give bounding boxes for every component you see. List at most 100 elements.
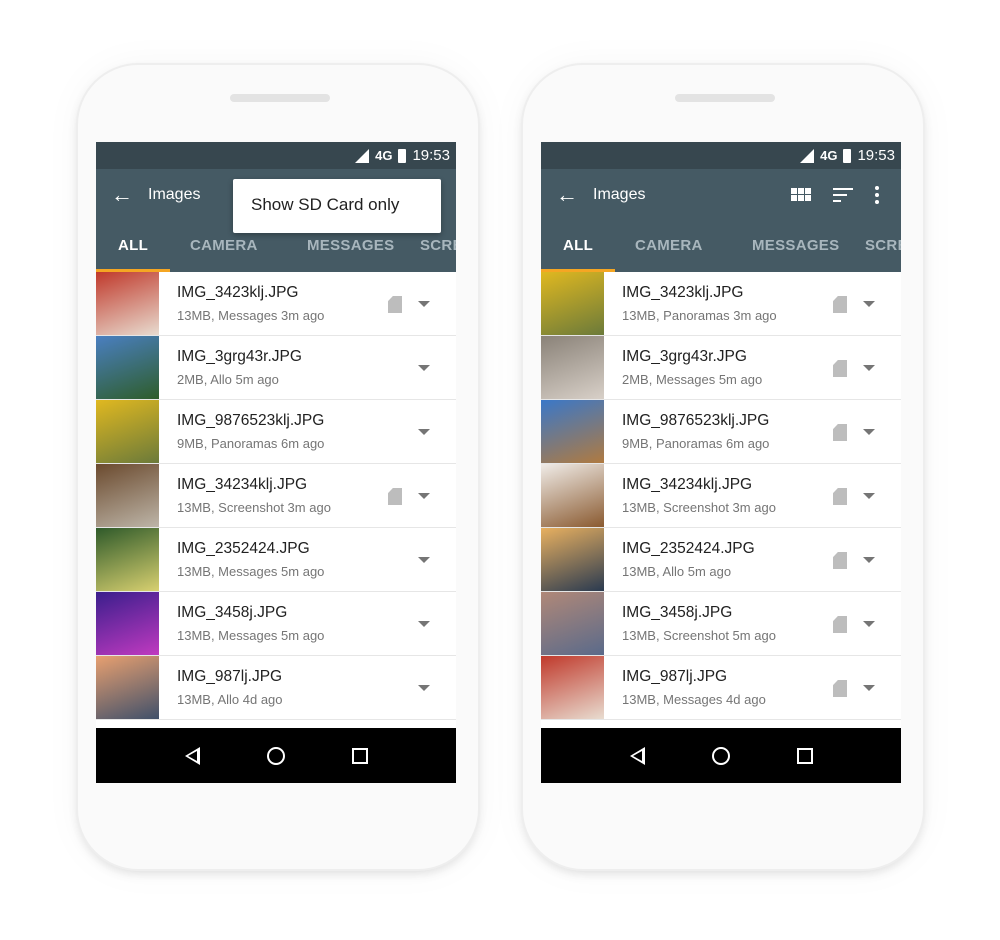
file-list-item[interactable]: IMG_3grg43r.JPG 2MB, Messages 5m ago bbox=[541, 336, 901, 400]
file-name: IMG_34234klj.JPG bbox=[622, 476, 753, 493]
battery-icon bbox=[398, 148, 407, 163]
file-meta: 13MB, Allo 5m ago bbox=[622, 564, 732, 579]
android-nav-bar bbox=[96, 728, 456, 783]
tab-messages[interactable]: MESSAGES bbox=[752, 237, 839, 254]
expand-dropdown-icon[interactable] bbox=[418, 557, 430, 563]
tab-screenshots[interactable]: SCREENSHOTS bbox=[865, 237, 901, 254]
toolbar: ← Images bbox=[541, 169, 901, 220]
file-list-item[interactable]: IMG_987lj.JPG 13MB, Messages 4d ago bbox=[541, 656, 901, 720]
tab-bar: ALL CAMERA MESSAGES SCREENSHOTS bbox=[541, 220, 901, 272]
file-meta: 13MB, Messages 4d ago bbox=[622, 692, 766, 707]
expand-dropdown-icon[interactable] bbox=[863, 557, 875, 563]
grid-view-icon[interactable] bbox=[791, 188, 811, 201]
phone-screen: 4G 19:53 ← Images Show SD Card only ALL CAM… bbox=[96, 142, 456, 783]
tab-all[interactable]: ALL bbox=[118, 237, 148, 254]
android-nav-bar bbox=[541, 728, 901, 783]
image-thumbnail bbox=[96, 272, 159, 335]
back-arrow-icon[interactable]: ← bbox=[96, 182, 148, 208]
image-thumbnail bbox=[96, 400, 159, 463]
image-thumbnail bbox=[541, 656, 604, 719]
expand-dropdown-icon[interactable] bbox=[863, 621, 875, 627]
expand-dropdown-icon[interactable] bbox=[863, 493, 875, 499]
status-bar: 4G 19:53 bbox=[541, 142, 901, 169]
file-name: IMG_987lj.JPG bbox=[177, 668, 283, 685]
speaker bbox=[230, 94, 330, 102]
expand-dropdown-icon[interactable] bbox=[418, 621, 430, 627]
tab-all[interactable]: ALL bbox=[563, 237, 593, 254]
file-meta: 13MB, Panoramas 3m ago bbox=[622, 308, 777, 323]
nav-recents-icon[interactable] bbox=[351, 747, 368, 764]
nav-home-icon[interactable] bbox=[711, 746, 730, 765]
expand-dropdown-icon[interactable] bbox=[418, 365, 430, 371]
image-thumbnail bbox=[96, 464, 159, 527]
expand-dropdown-icon[interactable] bbox=[863, 685, 875, 691]
overflow-menu: Show SD Card only bbox=[233, 179, 441, 233]
expand-dropdown-icon[interactable] bbox=[418, 685, 430, 691]
file-list-item[interactable]: IMG_3grg43r.JPG 2MB, Allo 5m ago bbox=[96, 336, 456, 400]
network-type: 4G bbox=[375, 148, 393, 163]
file-list-item[interactable]: IMG_2352424.JPG 13MB, Allo 5m ago bbox=[541, 528, 901, 592]
more-vert-icon[interactable] bbox=[875, 185, 879, 204]
tab-screenshots[interactable]: SCREENSHOTS bbox=[420, 237, 456, 254]
phone-frame: 4G 19:53 ← Images Show SD Card only ALL CAM… bbox=[78, 65, 478, 869]
expand-dropdown-icon[interactable] bbox=[418, 301, 430, 307]
expand-dropdown-icon[interactable] bbox=[418, 429, 430, 435]
file-list-item[interactable]: IMG_3423klj.JPG 13MB, Messages 3m ago bbox=[96, 272, 456, 336]
file-meta: 2MB, Messages 5m ago bbox=[622, 372, 763, 387]
file-meta: 13MB, Screenshot 3m ago bbox=[622, 500, 776, 515]
file-meta: 9MB, Panoramas 6m ago bbox=[622, 436, 770, 451]
file-list-item[interactable]: IMG_3423klj.JPG 13MB, Panoramas 3m ago bbox=[541, 272, 901, 336]
file-list-item[interactable]: IMG_3458j.JPG 13MB, Screenshot 5m ago bbox=[541, 592, 901, 656]
nav-back-icon[interactable] bbox=[629, 746, 645, 765]
tab-camera[interactable]: CAMERA bbox=[190, 237, 258, 254]
image-thumbnail bbox=[541, 592, 604, 655]
file-list-item[interactable]: IMG_987lj.JPG 13MB, Allo 4d ago bbox=[96, 656, 456, 720]
image-thumbnail bbox=[96, 336, 159, 399]
file-list-item[interactable]: IMG_2352424.JPG 13MB, Messages 5m ago bbox=[96, 528, 456, 592]
battery-icon bbox=[843, 148, 852, 163]
expand-dropdown-icon[interactable] bbox=[863, 429, 875, 435]
file-meta: 9MB, Panoramas 6m ago bbox=[177, 436, 325, 451]
tab-messages[interactable]: MESSAGES bbox=[307, 237, 394, 254]
file-name: IMG_3423klj.JPG bbox=[177, 284, 299, 301]
file-list-item[interactable]: IMG_9876523klj.JPG 9MB, Panoramas 6m ago bbox=[96, 400, 456, 464]
toolbar: ← Images Show SD Card only bbox=[96, 169, 456, 233]
file-meta: 13MB, Screenshot 3m ago bbox=[177, 500, 331, 515]
image-thumbnail bbox=[541, 528, 604, 591]
file-meta: 13MB, Messages 5m ago bbox=[177, 564, 325, 579]
expand-dropdown-icon[interactable] bbox=[863, 301, 875, 307]
image-thumbnail bbox=[96, 656, 159, 719]
file-list-item[interactable]: IMG_34234klj.JPG 13MB, Screenshot 3m ago bbox=[96, 464, 456, 528]
signal-icon bbox=[355, 148, 370, 163]
expand-dropdown-icon[interactable] bbox=[418, 493, 430, 499]
file-list-item[interactable]: IMG_34234klj.JPG 13MB, Screenshot 3m ago bbox=[541, 464, 901, 528]
image-thumbnail bbox=[96, 528, 159, 591]
sort-icon[interactable] bbox=[833, 184, 853, 206]
file-list-item[interactable]: IMG_9876523klj.JPG 9MB, Panoramas 6m ago bbox=[541, 400, 901, 464]
file-name: IMG_2352424.JPG bbox=[622, 540, 755, 557]
tab-camera[interactable]: CAMERA bbox=[635, 237, 703, 254]
file-name: IMG_3458j.JPG bbox=[177, 604, 288, 621]
clock: 19:53 bbox=[412, 147, 450, 164]
speaker bbox=[675, 94, 775, 102]
file-name: IMG_3grg43r.JPG bbox=[622, 348, 747, 365]
status-bar: 4G 19:53 bbox=[96, 142, 456, 169]
file-name: IMG_987lj.JPG bbox=[622, 668, 728, 685]
image-thumbnail bbox=[96, 592, 159, 655]
nav-recents-icon[interactable] bbox=[796, 747, 813, 764]
nav-home-icon[interactable] bbox=[266, 746, 285, 765]
file-name: IMG_3grg43r.JPG bbox=[177, 348, 302, 365]
back-arrow-icon[interactable]: ← bbox=[541, 182, 593, 208]
nav-back-icon[interactable] bbox=[184, 746, 200, 765]
file-name: IMG_34234klj.JPG bbox=[177, 476, 308, 493]
page-title: Images bbox=[593, 185, 646, 203]
network-type: 4G bbox=[820, 148, 838, 163]
menu-item-show-sd-card-only[interactable]: Show SD Card only bbox=[251, 195, 399, 214]
image-thumbnail bbox=[541, 464, 604, 527]
signal-icon bbox=[800, 148, 815, 163]
file-name: IMG_9876523klj.JPG bbox=[622, 412, 770, 429]
expand-dropdown-icon[interactable] bbox=[863, 365, 875, 371]
image-thumbnail bbox=[541, 336, 604, 399]
image-thumbnail bbox=[541, 272, 604, 335]
file-list-item[interactable]: IMG_3458j.JPG 13MB, Messages 5m ago bbox=[96, 592, 456, 656]
